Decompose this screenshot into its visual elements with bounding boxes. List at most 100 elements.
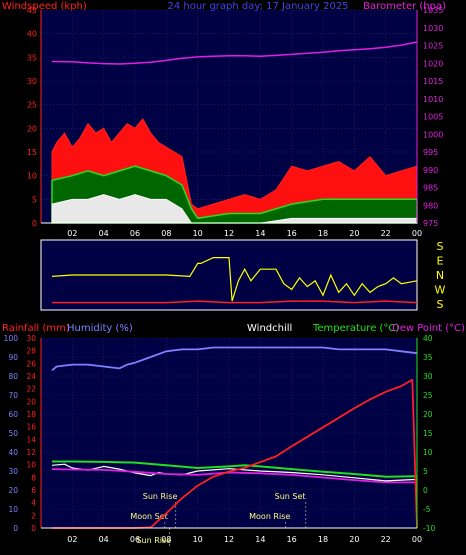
barometer-tick-label: 990 bbox=[423, 166, 438, 175]
direction-label: N bbox=[436, 269, 444, 282]
wind-tick-label: 45 bbox=[27, 6, 37, 15]
rainfall-tick-label: 16 bbox=[26, 423, 36, 432]
rainfall-tick-label: 30 bbox=[26, 334, 36, 343]
windchill-axis-title: Windchill bbox=[247, 323, 292, 334]
rainfall-tick-label: 2 bbox=[31, 511, 36, 520]
wind-tick-label: 10 bbox=[27, 172, 37, 181]
temperature-tick-label: -10 bbox=[423, 524, 435, 533]
humidity-tick-label: 20 bbox=[8, 486, 18, 495]
barometer-tick-label: 995 bbox=[423, 148, 438, 157]
climate-x-tick-label: 18 bbox=[318, 535, 328, 544]
rainfall-tick-label: 26 bbox=[26, 359, 36, 368]
rainfall-tick-label: 4 bbox=[31, 499, 36, 508]
temperature-tick-label: -5 bbox=[423, 505, 431, 514]
barometer-tick-label: 1035 bbox=[423, 6, 443, 15]
direction-label: E bbox=[437, 255, 444, 268]
climate-x-tick-label: 20 bbox=[349, 535, 359, 544]
wind-x-tick-label: 10 bbox=[193, 229, 203, 238]
event-label: Sun Set bbox=[275, 492, 306, 501]
rainfall-tick-label: 6 bbox=[31, 486, 36, 495]
humidity-tick-label: 50 bbox=[8, 429, 18, 438]
direction-label: W bbox=[435, 284, 446, 297]
rainfall-axis-title: Rainfall (mm) bbox=[2, 323, 70, 334]
temperature-tick-label: 25 bbox=[423, 391, 433, 400]
wind-tick-label: 5 bbox=[32, 195, 37, 204]
temperature-tick-label: 10 bbox=[423, 448, 433, 457]
rainfall-tick-label: 10 bbox=[26, 461, 36, 470]
wind-tick-label: 30 bbox=[27, 77, 37, 86]
rainfall-tick-label: 22 bbox=[26, 385, 36, 394]
temperature-tick-label: 15 bbox=[423, 429, 433, 438]
direction-label: S bbox=[437, 298, 444, 311]
rainfall-tick-label: 28 bbox=[26, 347, 36, 356]
temperature-tick-label: 0 bbox=[423, 486, 428, 495]
barometer-tick-label: 1030 bbox=[423, 24, 443, 33]
barometer-tick-label: 1010 bbox=[423, 95, 443, 104]
wind-x-tick-label: 04 bbox=[99, 229, 109, 238]
wind-x-tick-label: 18 bbox=[318, 229, 328, 238]
humidity-tick-label: 10 bbox=[8, 505, 18, 514]
wind-x-tick-label: 16 bbox=[287, 229, 297, 238]
wind-tick-label: 35 bbox=[27, 53, 37, 62]
wind-x-tick-label: 08 bbox=[161, 229, 171, 238]
rainfall-tick-label: 24 bbox=[26, 372, 36, 381]
climate-x-tick-label: 04 bbox=[99, 535, 109, 544]
humidity-tick-label: 80 bbox=[8, 372, 18, 381]
wind-tick-label: 40 bbox=[27, 30, 37, 39]
wind-tick-label: 0 bbox=[32, 219, 37, 228]
windspeed-axis-title: Windspeed (kph) bbox=[2, 1, 87, 12]
rainfall-tick-label: 18 bbox=[26, 410, 36, 419]
barometer-tick-label: 1025 bbox=[423, 42, 443, 51]
barometer-tick-label: 1015 bbox=[423, 77, 443, 86]
humidity-tick-label: 100 bbox=[4, 334, 19, 343]
weather-graph-page: Windspeed (kph) 24 hour graph day: 17 Ja… bbox=[0, 0, 466, 555]
humidity-tick-label: 90 bbox=[8, 353, 18, 362]
temperature-axis-title: Temperature (°C) bbox=[312, 323, 399, 334]
rainfall-tick-label: 0 bbox=[31, 524, 36, 533]
wind-tick-label: 20 bbox=[27, 124, 37, 133]
humidity-tick-label: 0 bbox=[13, 524, 18, 533]
temperature-tick-label: 5 bbox=[423, 467, 428, 476]
wind-x-tick-label: 12 bbox=[224, 229, 234, 238]
wind-x-tick-label: 14 bbox=[255, 229, 265, 238]
rainfall-tick-label: 14 bbox=[26, 435, 36, 444]
event-label: Sun Rise bbox=[136, 536, 171, 545]
wind-x-tick-label: 02 bbox=[67, 229, 77, 238]
humidity-tick-label: 30 bbox=[8, 467, 18, 476]
climate-x-tick-label: 02 bbox=[67, 535, 77, 544]
barometer-tick-label: 1000 bbox=[423, 130, 443, 139]
barometer-tick-label: 1005 bbox=[423, 113, 443, 122]
wind-x-tick-label: 20 bbox=[349, 229, 359, 238]
dewpoint-axis-title: Dew Point (°C) bbox=[392, 323, 465, 334]
event-label: Moon Rise bbox=[249, 512, 290, 521]
humidity-tick-label: 40 bbox=[8, 448, 18, 457]
temperature-tick-label: 30 bbox=[423, 372, 433, 381]
humidity-tick-label: 60 bbox=[8, 410, 18, 419]
barometer-tick-label: 975 bbox=[423, 219, 438, 228]
wind-tick-label: 25 bbox=[27, 101, 37, 110]
climate-x-tick-label: 00 bbox=[412, 535, 422, 544]
direction-label: S bbox=[437, 240, 444, 253]
wind-tick-label: 15 bbox=[27, 148, 37, 157]
temperature-tick-label: 20 bbox=[423, 410, 433, 419]
climate-x-tick-label: 22 bbox=[381, 535, 391, 544]
climate-x-tick-label: 12 bbox=[224, 535, 234, 544]
wind-x-tick-label: 06 bbox=[130, 229, 140, 238]
climate-x-tick-label: 16 bbox=[287, 535, 297, 544]
barometer-tick-label: 985 bbox=[423, 184, 438, 193]
wind-x-tick-label: 22 bbox=[381, 229, 391, 238]
temperature-tick-label: 35 bbox=[423, 353, 433, 362]
weather-charts: Windspeed (kph) 24 hour graph day: 17 Ja… bbox=[2, 1, 465, 546]
rainfall-tick-label: 8 bbox=[31, 473, 36, 482]
humidity-tick-label: 70 bbox=[8, 391, 18, 400]
temperature-tick-label: 40 bbox=[423, 334, 433, 343]
wind-x-tick-label: 00 bbox=[412, 229, 422, 238]
barometer-tick-label: 1020 bbox=[423, 59, 443, 68]
chart-title: 24 hour graph day: 17 January 2025 bbox=[167, 1, 348, 12]
climate-x-tick-label: 10 bbox=[193, 535, 203, 544]
event-label: Sun Rise bbox=[143, 492, 178, 501]
humidity-axis-title: Humidity (%) bbox=[67, 323, 133, 334]
rainfall-tick-label: 12 bbox=[26, 448, 36, 457]
rainfall-tick-label: 20 bbox=[26, 397, 36, 406]
barometer-tick-label: 980 bbox=[423, 201, 438, 210]
